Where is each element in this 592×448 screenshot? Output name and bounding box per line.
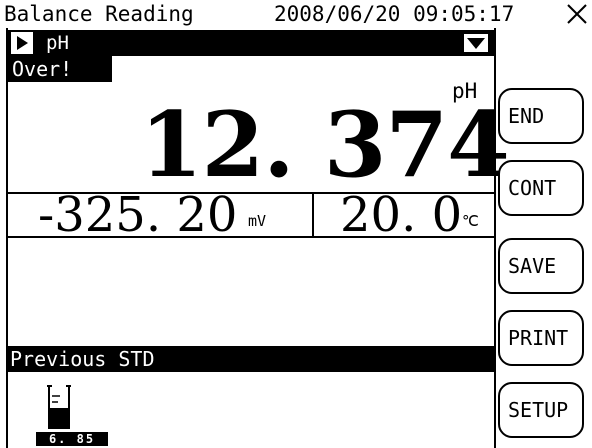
main-reading-value: 12. 374: [140, 92, 510, 198]
previous-std-header: Previous STD: [8, 346, 494, 372]
datetime-display: 2008/06/20 09:05:17: [274, 2, 515, 26]
sub-readings-divider: [312, 194, 314, 236]
std-value-box: 6. 85: [36, 432, 108, 446]
temperature-value: 20. 0: [340, 187, 463, 243]
potential-unit: mV: [248, 212, 267, 230]
cont-button[interactable]: CONT: [498, 160, 584, 216]
window-title: Balance Reading: [4, 2, 194, 26]
end-button[interactable]: END: [498, 88, 584, 144]
close-icon[interactable]: [566, 3, 588, 25]
beaker-icon: [47, 385, 71, 429]
title-bar: Balance Reading 2008/06/20 09:05:17: [0, 0, 592, 28]
save-button[interactable]: SAVE: [498, 238, 584, 294]
temperature-unit: ℃: [462, 212, 479, 230]
status-badge: Over!: [8, 56, 112, 82]
setup-button[interactable]: SETUP: [498, 382, 584, 438]
previous-std-label: Previous STD: [10, 347, 155, 371]
play-icon: [11, 32, 33, 54]
print-button[interactable]: PRINT: [498, 310, 584, 366]
potential-value: -325. 20: [38, 187, 238, 243]
channel-selector[interactable]: pH: [8, 30, 494, 56]
channel-label: pH: [46, 32, 69, 54]
dropdown-icon[interactable]: [464, 34, 488, 52]
sub-readings-row: -325. 20 mV 20. 0 ℃: [8, 187, 494, 243]
std-value: 6. 85: [48, 432, 96, 446]
